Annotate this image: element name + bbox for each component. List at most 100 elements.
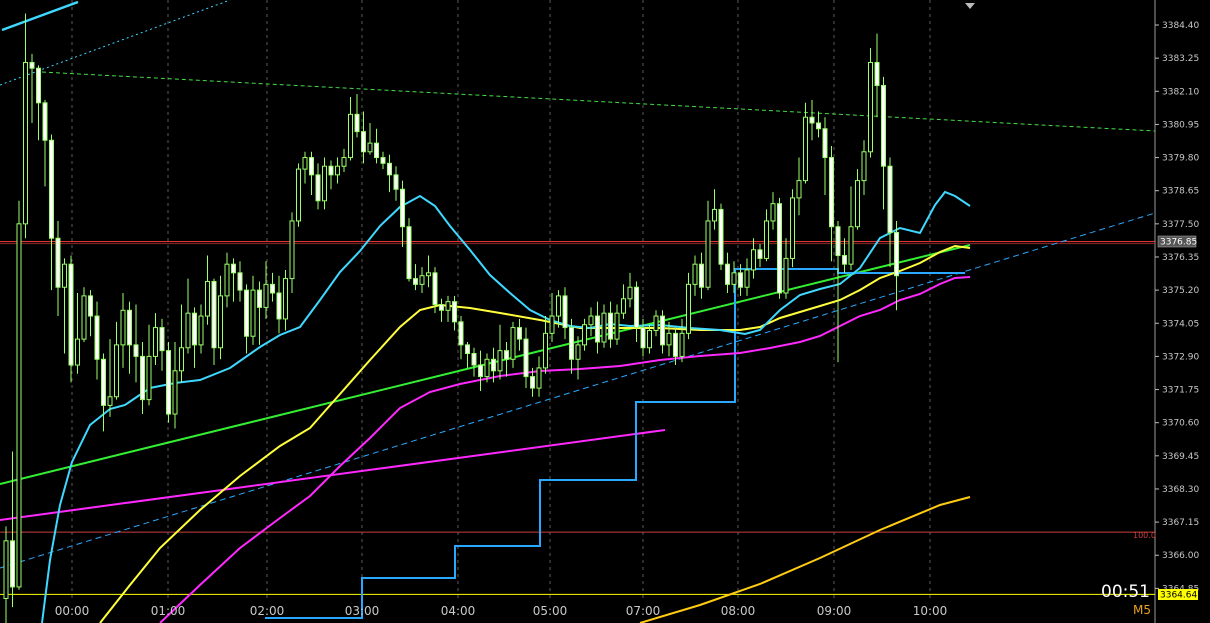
candle-body	[276, 292, 282, 320]
candle-body	[198, 315, 204, 346]
candle-body	[49, 139, 54, 239]
candle-body	[218, 295, 223, 349]
y-tick-label: 3376.35	[1162, 253, 1199, 263]
candle-body	[406, 226, 412, 280]
candle-body	[257, 289, 262, 308]
candle-body	[803, 116, 808, 182]
candle	[81, 287, 87, 342]
candle-body	[731, 272, 737, 285]
y-tick-label: 3366.00	[1162, 551, 1199, 561]
candle-body	[595, 315, 600, 343]
candle-body	[478, 364, 483, 378]
candle-body	[354, 113, 360, 133]
candle-body	[348, 113, 353, 159]
candle-body	[296, 168, 301, 222]
candle-body	[627, 286, 633, 300]
y-tick-label: 3370.60	[1162, 419, 1199, 429]
candle-body	[848, 226, 854, 265]
y-tick-label: 3377.50	[1162, 220, 1199, 230]
candle-body	[458, 321, 464, 346]
candle-body	[874, 61, 880, 87]
price-chart[interactable]: 3384.40 3383.25 3382.10 3380.95 3379.80 3378.…	[0, 0, 1210, 623]
candle-body	[471, 353, 477, 366]
candle-body	[666, 332, 672, 346]
candle-body	[107, 396, 113, 406]
candle-body	[62, 263, 67, 288]
candle-body	[289, 220, 295, 280]
candle-body	[328, 165, 334, 176]
candle-body	[523, 338, 529, 378]
candle-body	[380, 157, 386, 164]
candle-body	[712, 208, 717, 222]
candle-body	[569, 327, 574, 360]
candle-body	[341, 157, 347, 167]
candle-body	[725, 263, 730, 285]
candle-body	[322, 165, 327, 202]
candle-body	[367, 142, 373, 153]
y-tick-label: 3367.15	[1162, 518, 1199, 528]
candle-body	[426, 272, 431, 277]
candle-body	[549, 315, 555, 334]
y-tick-label: 3375.20	[1162, 286, 1199, 296]
candle	[68, 255, 74, 383]
candle-body	[192, 312, 197, 346]
candle-body	[29, 61, 35, 69]
y-tick-label: 3371.75	[1162, 386, 1199, 396]
candle-body	[868, 61, 873, 153]
candle-body	[894, 231, 899, 277]
candle-body	[796, 180, 802, 199]
candle-body	[211, 280, 217, 349]
y-tick-label: 3380.95	[1162, 120, 1199, 130]
candle-body	[582, 324, 587, 346]
candle-body	[835, 226, 841, 257]
candle-body	[842, 255, 847, 265]
candle-body	[699, 263, 704, 288]
x-tick-label: 01:00	[151, 604, 186, 618]
candle	[718, 203, 724, 270]
candle-body	[224, 263, 230, 297]
candle-body	[361, 131, 366, 153]
y-tick-label: 3383.25	[1162, 54, 1199, 64]
candle-body	[653, 315, 659, 331]
candle-body	[783, 257, 789, 294]
level-100-label: 100.0	[1133, 531, 1156, 540]
timeframe-label: M5	[1133, 603, 1151, 617]
candle-body	[855, 180, 860, 228]
candle	[868, 48, 873, 158]
candle	[166, 341, 171, 423]
candle	[406, 218, 412, 282]
x-tick-label: 05:00	[533, 604, 568, 618]
candle-body	[575, 344, 581, 360]
candle-body	[816, 122, 821, 130]
candle-body	[543, 332, 548, 369]
candle-body	[114, 344, 119, 398]
candle-body	[140, 355, 145, 401]
candle-body	[10, 540, 15, 588]
candle-body	[309, 157, 314, 176]
candle-body	[166, 350, 171, 415]
candle-body	[504, 350, 509, 360]
candle-body	[634, 286, 639, 329]
candle-body	[556, 295, 561, 317]
candle-body	[601, 312, 607, 343]
y-tick-label: 3382.10	[1162, 87, 1199, 97]
candle-body	[744, 269, 750, 288]
y-tick-label: 3378.65	[1162, 187, 1199, 197]
candle-body	[413, 278, 418, 285]
candle	[777, 197, 782, 299]
candle-body	[640, 327, 646, 349]
y-tick-label: 3374.05	[1162, 319, 1199, 329]
candle-body	[718, 208, 724, 265]
bottom-price-label: 3364.64	[1160, 591, 1197, 601]
x-tick-label: 08:00	[721, 604, 756, 618]
candle-body	[387, 162, 392, 176]
candle-body	[562, 295, 568, 329]
candle-body	[770, 203, 776, 222]
candle-body	[42, 102, 48, 141]
candle-body	[94, 315, 100, 360]
y-tick-label: 3384.40	[1162, 21, 1199, 31]
candle-body	[497, 350, 503, 372]
candle-body	[250, 289, 256, 337]
candle-body	[608, 312, 613, 340]
candle-body	[517, 327, 522, 340]
